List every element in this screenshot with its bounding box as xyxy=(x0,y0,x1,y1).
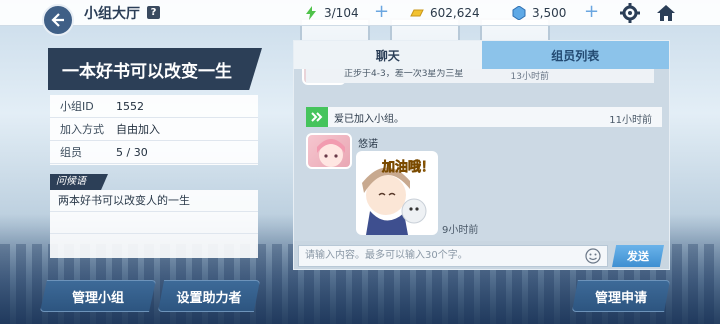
tab-member-list[interactable]: 组员列表 xyxy=(481,41,669,69)
chat-tabs: 聊天 组员列表 xyxy=(294,41,669,69)
manage-requests-button[interactable]: 管理申请 xyxy=(572,280,670,312)
previous-message-text: 正步于4-3，差一次3星为三星 xyxy=(344,69,464,79)
gold-bar-icon xyxy=(410,9,424,17)
chat-input[interactable]: 请输入内容。最多可以输入30个字。 xyxy=(298,245,608,267)
top-bar: 小组大厅 ? 3/104 + 602,624 3,500 + xyxy=(0,0,720,26)
gem-plus-button[interactable]: + xyxy=(584,3,599,21)
gem-counter: 3,500 xyxy=(512,4,566,22)
chat-panel: 聊天 组员列表 正步于4-3，差一次3星为三星 13小时前 爱已加入小组。 11… xyxy=(293,40,670,270)
chat-input-placeholder: 请输入内容。最多可以输入30个字。 xyxy=(305,250,468,261)
message-time: 9小时前 xyxy=(442,225,479,236)
previous-message: 正步于4-3，差一次3星为三星 xyxy=(306,69,654,83)
group-info-card: 小组ID 1552 加入方式 自由加入 组员 5 / 30 xyxy=(50,95,258,165)
arrow-left-icon xyxy=(51,13,64,27)
greeting-text: 两本好书可以改变人的一生 xyxy=(50,190,258,212)
gold-counter: 602,624 xyxy=(410,4,480,22)
info-key: 组员 xyxy=(60,146,82,159)
send-button[interactable]: 发送 xyxy=(612,245,664,267)
system-message-time: 11小时前 xyxy=(609,115,652,126)
gem-value: 3,500 xyxy=(532,6,567,20)
help-button[interactable]: ? xyxy=(147,6,160,19)
gold-value: 602,624 xyxy=(430,6,480,20)
info-key: 加入方式 xyxy=(60,123,104,136)
sticker-text: 加油哦！ xyxy=(381,159,434,175)
back-button[interactable] xyxy=(42,4,74,36)
message-list[interactable]: 正步于4-3，差一次3星为三星 13小时前 爱已加入小组。 11小时前 悠诺 加… xyxy=(294,69,669,241)
user-name: 悠诺 xyxy=(358,139,378,150)
info-value: 5 / 30 xyxy=(116,145,148,159)
info-key: 小组ID xyxy=(60,100,94,113)
greeting-empty-line xyxy=(50,234,258,256)
stamina-counter: 3/104 xyxy=(304,4,359,22)
home-icon[interactable] xyxy=(656,3,676,23)
group-name: 一本好书可以改变一生 xyxy=(48,48,262,90)
lightning-icon xyxy=(306,6,316,20)
system-message-text: 爱已加入小组。 xyxy=(334,113,404,125)
info-value: 1552 xyxy=(116,99,144,113)
gem-icon xyxy=(512,6,526,20)
manage-group-button[interactable]: 管理小组 xyxy=(40,280,156,312)
emoji-icon[interactable] xyxy=(585,248,601,264)
avatar[interactable] xyxy=(306,133,352,169)
previous-message-time: 13小时前 xyxy=(510,72,549,82)
greeting-label: 问候语 xyxy=(50,174,108,190)
info-row-id: 小组ID 1552 xyxy=(50,95,258,118)
info-row-join-method: 加入方式 自由加入 xyxy=(50,118,258,141)
sticker-image: 加油哦！ xyxy=(356,151,438,235)
info-value: 自由加入 xyxy=(116,123,160,136)
gear-icon[interactable] xyxy=(620,3,640,23)
tab-chat[interactable]: 聊天 xyxy=(294,41,482,69)
set-helper-button[interactable]: 设置助力者 xyxy=(158,280,260,312)
double-chevron-right-icon xyxy=(306,107,328,127)
greeting-empty-line xyxy=(50,212,258,234)
greeting-box: 两本好书可以改变人的一生 xyxy=(50,190,258,258)
stamina-plus-button[interactable]: + xyxy=(374,3,389,21)
stamina-value: 3/104 xyxy=(324,6,359,20)
info-row-members: 组员 5 / 30 xyxy=(50,141,258,164)
page-title: 小组大厅 xyxy=(84,6,140,22)
system-message: 爱已加入小组。 11小时前 xyxy=(306,107,662,127)
